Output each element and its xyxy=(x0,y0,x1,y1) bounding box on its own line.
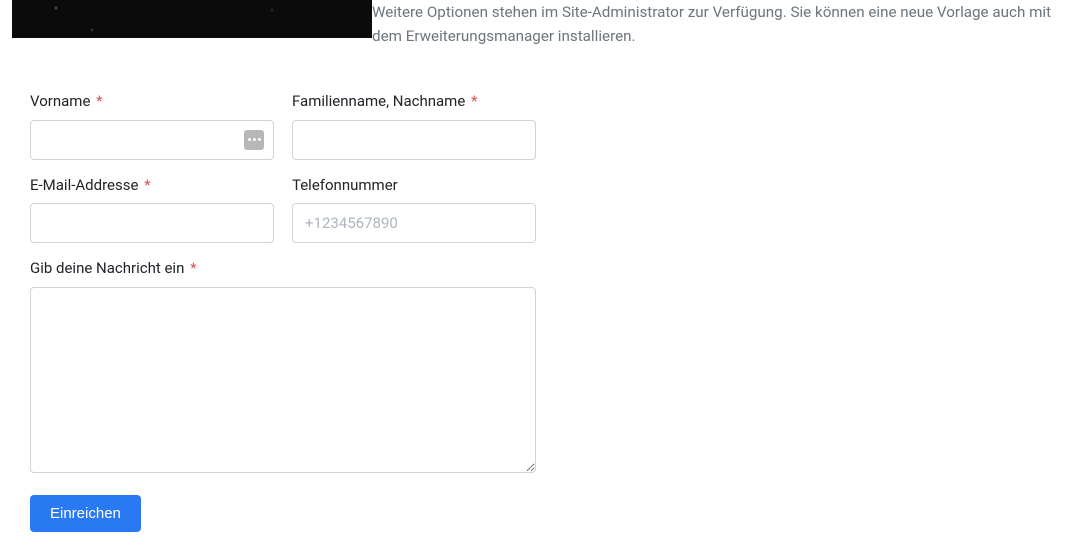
label-first-name-text: Vorname xyxy=(30,92,90,110)
intro-paragraph: Weitere Optionen stehen im Site-Administ… xyxy=(372,0,1064,48)
input-first-name[interactable] xyxy=(30,120,274,160)
label-email: E-Mail-Addresse * xyxy=(30,176,274,196)
required-marker: * xyxy=(96,92,102,110)
submit-button[interactable]: Einreichen xyxy=(30,495,141,532)
label-message-text: Gib deine Nachricht ein xyxy=(30,259,184,277)
label-first-name: Vorname * xyxy=(30,92,274,112)
autofill-icon[interactable] xyxy=(244,130,264,150)
label-phone: Telefonnummer xyxy=(292,176,536,196)
required-marker: * xyxy=(471,92,477,110)
required-marker: * xyxy=(144,176,150,194)
label-phone-text: Telefonnummer xyxy=(292,176,398,194)
field-message: Gib deine Nachricht ein * xyxy=(30,259,536,473)
label-last-name: Familienname, Nachname * xyxy=(292,92,536,112)
label-message: Gib deine Nachricht ein * xyxy=(30,259,536,279)
required-marker: * xyxy=(190,259,196,277)
contact-form: Vorname * Familienname, Nachname * E-Mai… xyxy=(30,92,536,532)
header-image xyxy=(12,0,372,38)
label-email-text: E-Mail-Addresse xyxy=(30,176,138,194)
input-email[interactable] xyxy=(30,203,274,243)
input-phone[interactable] xyxy=(292,203,536,243)
field-phone: Telefonnummer xyxy=(292,176,536,244)
field-first-name: Vorname * xyxy=(30,92,274,160)
label-last-name-text: Familienname, Nachname xyxy=(292,92,465,110)
field-last-name: Familienname, Nachname * xyxy=(292,92,536,160)
input-last-name[interactable] xyxy=(292,120,536,160)
textarea-message[interactable] xyxy=(30,287,536,473)
field-email: E-Mail-Addresse * xyxy=(30,176,274,244)
